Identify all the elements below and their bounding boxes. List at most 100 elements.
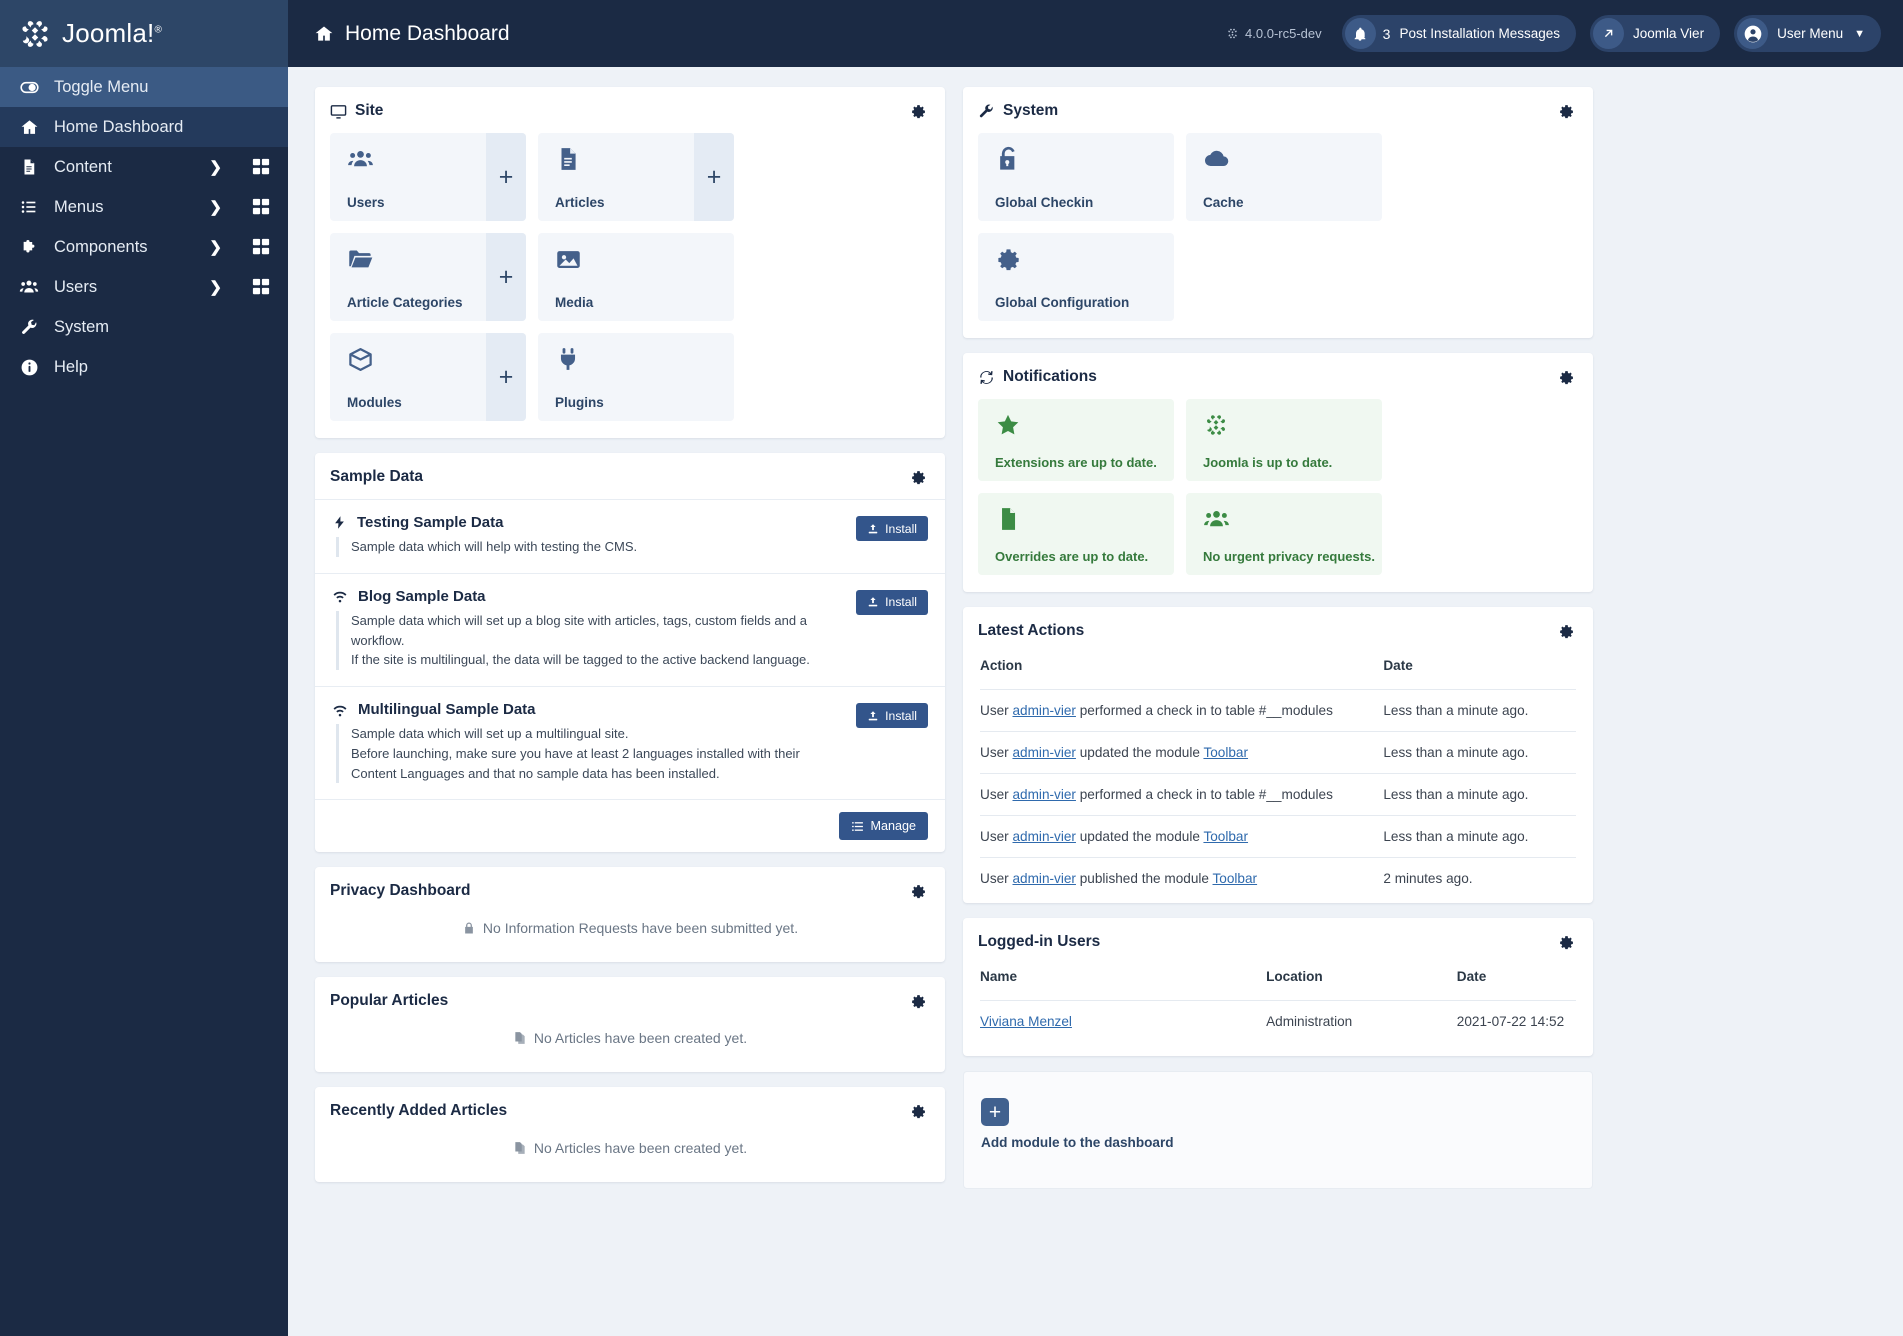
- notification-tile-overrides[interactable]: Overrides are up to date.: [978, 493, 1174, 575]
- cloud-icon: [1203, 146, 1382, 173]
- site-tile-articles[interactable]: Articles +: [538, 133, 734, 221]
- user-link[interactable]: admin-vier: [1012, 745, 1075, 760]
- copy-icon: [513, 1141, 527, 1155]
- logged-in-users-panel: Logged-in Users Name Location Date Vivia…: [963, 918, 1593, 1056]
- install-button[interactable]: Install: [856, 589, 928, 615]
- version-tag: 4.0.0-rc5-dev: [1226, 26, 1322, 41]
- table-row: User admin-vier published the module Too…: [980, 857, 1576, 899]
- add-article-category-button[interactable]: +: [486, 233, 526, 321]
- recently-added-articles-header: Recently Added Articles: [315, 1087, 945, 1133]
- user-link[interactable]: Viviana Menzel: [980, 1014, 1072, 1029]
- recently-added-articles-title: Recently Added Articles: [330, 1102, 508, 1120]
- site-tile-article-categories[interactable]: Article Categories +: [330, 233, 526, 321]
- grid-icon[interactable]: [252, 238, 270, 256]
- action-cell: User admin-vier updated the module Toolb…: [980, 815, 1374, 858]
- notifications-panel-title: Notifications: [978, 368, 1097, 386]
- system-panel-title-text: System: [1003, 102, 1059, 119]
- sidebar-item-help[interactable]: Help: [0, 347, 288, 387]
- sidebar-item-users[interactable]: Users ❯: [0, 267, 288, 307]
- user-link[interactable]: admin-vier: [1012, 871, 1075, 886]
- brand-logo-area[interactable]: Joomla!®: [0, 0, 288, 67]
- system-tile-cache[interactable]: Cache: [1186, 133, 1382, 221]
- site-tile-users[interactable]: Users +: [330, 133, 526, 221]
- install-button[interactable]: Install: [856, 516, 928, 541]
- module-link[interactable]: Toolbar: [1203, 745, 1248, 760]
- notification-tile-extensions[interactable]: Extensions are up to date.: [978, 399, 1174, 481]
- chevron-right-icon[interactable]: ❯: [209, 158, 222, 176]
- empty-text: No Articles have been created yet.: [533, 1030, 748, 1047]
- user-link[interactable]: admin-vier: [1012, 829, 1075, 844]
- latest-actions-panel: Latest Actions Action Date User admin-vi…: [963, 607, 1593, 903]
- grid-icon[interactable]: [252, 198, 270, 216]
- text: performed a check in to table #__modules: [1075, 703, 1333, 718]
- add-article-button[interactable]: +: [694, 133, 734, 221]
- desc-line: Sample data which will set up a blog sit…: [351, 612, 807, 648]
- gear-icon[interactable]: [910, 883, 927, 900]
- grid-icon[interactable]: [252, 158, 270, 176]
- system-panel: System Global Checkin Cache Global Confi…: [963, 87, 1593, 338]
- tile-body: Overrides are up to date.: [978, 493, 1174, 575]
- wrench-icon: [978, 103, 995, 120]
- sample-data-description: Sample data which will help with testing…: [336, 537, 844, 557]
- date-cell: Less than a minute ago.: [1373, 773, 1576, 816]
- gear-icon[interactable]: [910, 1103, 927, 1120]
- post-installation-messages-label: Post Installation Messages: [1399, 26, 1561, 41]
- gear-icon[interactable]: [1558, 103, 1575, 120]
- notification-tile-privacy[interactable]: No urgent privacy requests.: [1186, 493, 1382, 575]
- gear-icon[interactable]: [910, 103, 927, 120]
- tile-body: Media: [538, 233, 734, 321]
- chevron-down-icon: ▼: [1854, 27, 1865, 40]
- module-link[interactable]: Toolbar: [1213, 871, 1258, 886]
- site-preview-button[interactable]: Joomla Vier: [1590, 15, 1721, 52]
- text: User: [980, 829, 1013, 844]
- site-tile-plugins[interactable]: Plugins: [538, 333, 734, 421]
- text: User: [980, 745, 1013, 760]
- privacy-dashboard-title: Privacy Dashboard: [330, 882, 471, 900]
- date-cell: 2 minutes ago.: [1373, 857, 1576, 899]
- sidebar-item-content[interactable]: Content ❯: [0, 147, 288, 187]
- folder-icon: [347, 246, 486, 273]
- user-link[interactable]: admin-vier: [1012, 703, 1075, 718]
- popular-articles-empty-state: No Articles have been created yet.: [315, 1023, 945, 1072]
- manage-button[interactable]: Manage: [839, 812, 928, 841]
- joomla-mark-icon: [1203, 412, 1382, 438]
- gear-icon[interactable]: [910, 993, 927, 1010]
- sidebar-item-toggle-menu[interactable]: Toggle Menu: [0, 67, 288, 107]
- post-installation-messages-button[interactable]: 3 Post Installation Messages: [1341, 15, 1577, 52]
- sidebar-item-system[interactable]: System: [0, 307, 288, 347]
- grid-icon[interactable]: [252, 278, 270, 296]
- lock-icon: [462, 921, 476, 935]
- gear-icon[interactable]: [910, 469, 927, 486]
- user-menu-button[interactable]: User Menu ▼: [1734, 15, 1881, 52]
- system-tile-global-checkin[interactable]: Global Checkin: [978, 133, 1174, 221]
- site-tile-media[interactable]: Media: [538, 233, 734, 321]
- row-title-text: Multilingual Sample Data: [358, 701, 536, 718]
- add-module-to-dashboard-button[interactable]: + Add module to the dashboard: [963, 1071, 1593, 1189]
- install-label: Install: [885, 708, 917, 723]
- gear-icon[interactable]: [1558, 934, 1575, 951]
- sidebar-item-components[interactable]: Components ❯: [0, 227, 288, 267]
- row-title-text: Testing Sample Data: [357, 514, 504, 531]
- system-tile-global-configuration[interactable]: Global Configuration: [978, 233, 1174, 321]
- row-title-text: Blog Sample Data: [358, 587, 486, 605]
- gear-icon[interactable]: [1558, 369, 1575, 386]
- notifications-panel: Notifications Extensions are up to date.: [963, 353, 1593, 592]
- notification-tile-joomla[interactable]: Joomla is up to date.: [1186, 399, 1382, 481]
- chevron-right-icon[interactable]: ❯: [209, 198, 222, 216]
- install-button[interactable]: Install: [856, 703, 928, 728]
- sidebar-item-menus[interactable]: Menus ❯: [0, 187, 288, 227]
- privacy-dashboard-header: Privacy Dashboard: [315, 867, 945, 913]
- module-link[interactable]: Toolbar: [1203, 829, 1248, 844]
- add-user-button[interactable]: +: [486, 133, 526, 221]
- chevron-right-icon[interactable]: ❯: [209, 278, 222, 296]
- chevron-right-icon[interactable]: ❯: [209, 238, 222, 256]
- sidebar-item-label: Menus: [54, 197, 104, 216]
- desc-line: Sample data which will set up a multilin…: [351, 726, 629, 741]
- site-tile-modules[interactable]: Modules +: [330, 333, 526, 421]
- gear-icon[interactable]: [1558, 623, 1575, 640]
- add-module-button[interactable]: +: [486, 333, 526, 421]
- install-label: Install: [885, 521, 917, 536]
- sidebar-item-home-dashboard[interactable]: Home Dashboard: [0, 107, 288, 147]
- user-link[interactable]: admin-vier: [1012, 787, 1075, 802]
- document-icon: [18, 158, 40, 176]
